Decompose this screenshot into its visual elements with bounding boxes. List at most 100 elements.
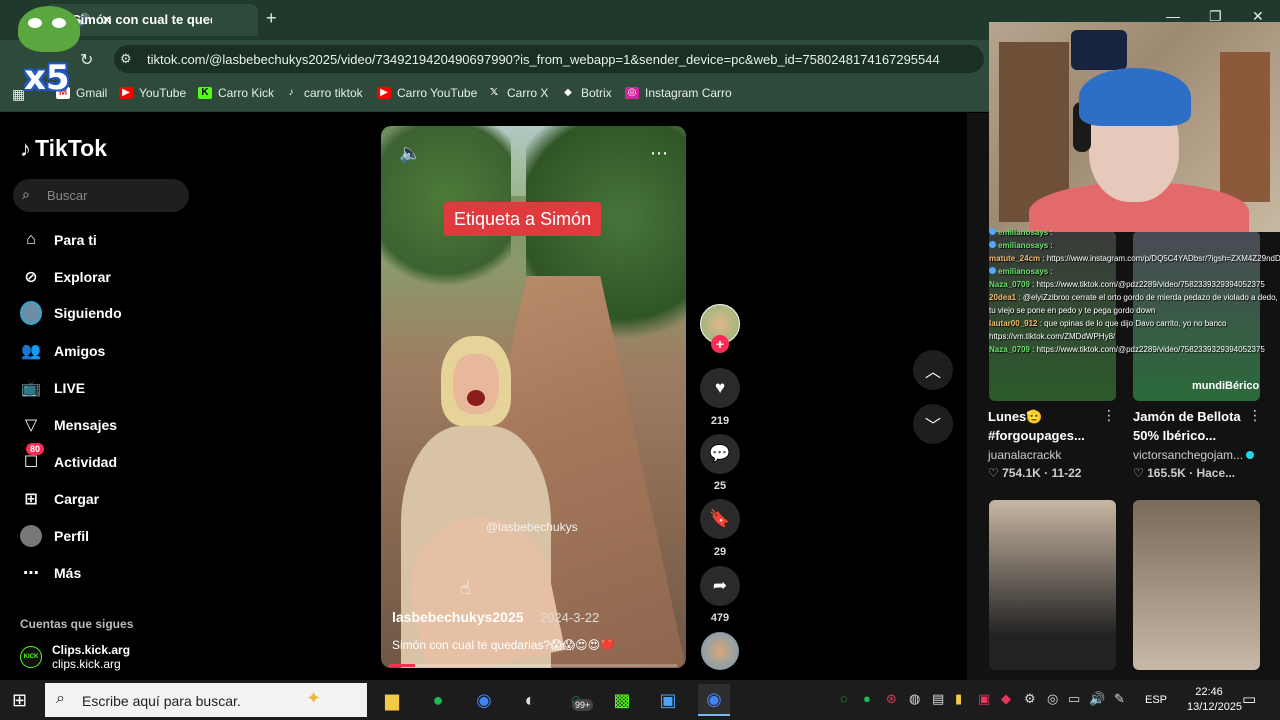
nav-amigos[interactable]: 👥 Amigos xyxy=(20,340,105,362)
nav-siguiendo[interactable]: Siguiendo xyxy=(20,301,122,325)
gear-tray-icon[interactable]: ⚙ xyxy=(1024,691,1036,707)
more-options-icon[interactable]: ⋯ xyxy=(650,143,668,164)
nav-explorar[interactable]: ⊘ Explorar xyxy=(20,266,111,288)
video-progress-bar[interactable] xyxy=(389,664,677,667)
recommended-author[interactable]: juanalacrackk xyxy=(988,448,1061,462)
steam-tray-icon[interactable]: ◎ xyxy=(1047,691,1058,707)
video-author[interactable]: lasbebechukys2025 xyxy=(392,609,524,625)
nav-label: LIVE xyxy=(54,380,86,396)
nav-actividad[interactable]: ☐ 80 Actividad xyxy=(20,443,118,473)
spotify-tray-icon[interactable]: ● xyxy=(863,691,871,706)
next-video-button[interactable]: ﹀ xyxy=(913,404,953,444)
avatar xyxy=(20,525,42,547)
bookmark-carro-kick[interactable]: K Carro Kick xyxy=(198,86,274,100)
app-tray-icon[interactable]: ◆ xyxy=(1001,691,1011,707)
chat-text: : xyxy=(1050,228,1053,237)
new-tab-icon[interactable]: + xyxy=(266,8,277,29)
file-explorer-icon[interactable]: ▆ xyxy=(376,684,408,716)
mouse-cursor-icon: ☝ xyxy=(460,578,471,598)
nav-cargar[interactable]: ⊞ Cargar xyxy=(20,488,99,510)
more-icon: ⋯ xyxy=(23,565,39,582)
recommended-title[interactable]: Jamón de Bellota xyxy=(1133,408,1241,426)
spotify-icon[interactable]: ● xyxy=(422,684,454,716)
video-progress-fill xyxy=(389,664,415,667)
bookmark-youtube[interactable]: ▶ YouTube xyxy=(119,86,186,100)
screen: Simón con cual te quedaría 🔊 ✕ + — ❐ ✕ ↻… xyxy=(0,0,1280,720)
live-icon: 📺 xyxy=(21,380,41,397)
discord-tray-icon[interactable]: ◍ xyxy=(909,691,920,707)
minecraft-icon[interactable]: ▩ xyxy=(606,684,638,716)
chat-text: : xyxy=(1050,267,1053,276)
recommended-title[interactable]: 50% Ibérico... xyxy=(1133,427,1216,445)
more-options-icon[interactable]: ⋮ xyxy=(1248,407,1262,424)
bookmark-instagram-carro[interactable]: ◎ Instagram Carro xyxy=(625,86,732,100)
chat-message: matute_24cm : https://www.instagram.com/… xyxy=(989,252,1280,265)
nav-live[interactable]: 📺 LIVE xyxy=(20,377,85,399)
recommended-thumbnail[interactable] xyxy=(1133,500,1260,670)
tiktok-logo-icon: ♪ xyxy=(20,135,31,161)
chat-message: Naza_0709 : https://www.tiktok.com/@pdz2… xyxy=(989,343,1280,356)
recommended-title[interactable]: Lunes🫡 xyxy=(988,408,1042,426)
app-tray-icon[interactable]: ▤ xyxy=(932,691,944,707)
chrome-active-icon[interactable]: ◉ xyxy=(698,684,730,716)
recommended-stats: ♡ 754.1K · 11-22 xyxy=(988,466,1082,480)
inbox-icon: ☐ 80 xyxy=(20,443,45,473)
recommended-stats: ♡ 165.5K · Hace... xyxy=(1133,466,1236,480)
tiktok-logo-text: TikTok xyxy=(35,135,107,161)
like-count: 219 xyxy=(710,415,730,427)
recommended-thumbnail[interactable] xyxy=(989,500,1116,670)
shield-tray-icon[interactable]: ▮ xyxy=(955,691,962,707)
store-icon[interactable]: ▣ xyxy=(652,684,684,716)
bookmark-label: Instagram Carro xyxy=(645,86,732,100)
language-indicator[interactable]: ESP xyxy=(1145,694,1167,706)
volume-icon[interactable]: 🔈 xyxy=(399,143,421,164)
whatsapp-tray-icon[interactable]: ◌ xyxy=(840,691,848,706)
nav-label: Mensajes xyxy=(54,417,118,433)
tiktok-logo[interactable]: ♪ TikTok xyxy=(20,135,107,162)
obs-icon[interactable]: ◐ xyxy=(514,684,546,716)
following-account[interactable]: KICK Clips.kick.arg clips.kick.arg xyxy=(20,643,130,671)
app-tray-icon[interactable]: ▣ xyxy=(978,691,990,707)
network-icon[interactable]: ▭ xyxy=(1068,691,1080,707)
clock-time: 22:46 xyxy=(1195,686,1223,698)
save-button[interactable]: 🔖 xyxy=(700,499,740,539)
volume-tray-icon[interactable]: 🔊 xyxy=(1089,691,1105,707)
nav-label: Amigos xyxy=(54,343,106,359)
recommended-author[interactable]: victorsanchegojam... xyxy=(1133,448,1255,462)
nav-perfil[interactable]: Perfil xyxy=(20,525,89,547)
nav-label: Actividad xyxy=(54,454,118,470)
chat-message: Naza_0709 : https://www.tiktok.com/@pdz2… xyxy=(989,278,1280,291)
comment-icon: 💬 xyxy=(709,444,731,463)
upload-icon: ⊞ xyxy=(24,491,38,508)
taskbar-clock[interactable]: 22:46 13/12/2025 xyxy=(1187,685,1242,715)
bookmark-carro-tiktok[interactable]: ♪ carro tiktok xyxy=(284,86,363,100)
tiktok-icon: ♪ xyxy=(288,87,294,98)
notification-icon[interactable]: ▭ xyxy=(1242,690,1256,708)
bookmark-carro-x[interactable]: 𝕏 Carro X xyxy=(487,86,548,100)
nav-mas[interactable]: ⋯ Más xyxy=(20,562,81,584)
bookmark-botrix[interactable]: ◆ Botrix xyxy=(561,86,612,100)
stream-chat-overlay: emilianosays : emilianosays : matute_24c… xyxy=(989,226,1280,374)
follow-plus-icon[interactable]: + xyxy=(711,335,729,353)
music-disc[interactable] xyxy=(701,632,739,670)
activity-badge: 80 xyxy=(26,443,45,455)
chat-message: emilianosays : xyxy=(989,265,1280,278)
app-tray-icon[interactable]: ⊛ xyxy=(886,691,897,707)
like-button[interactable]: ♥ xyxy=(700,368,740,408)
comment-button[interactable]: 💬 xyxy=(700,434,740,474)
nav-mensajes[interactable]: ▽ Mensajes xyxy=(20,414,117,436)
recommended-title[interactable]: #forgoupages... xyxy=(988,427,1085,445)
emote-multiplier: x5 xyxy=(24,58,70,98)
share-button[interactable]: ➦ xyxy=(700,566,740,606)
site-settings-icon[interactable]: ⚙ xyxy=(120,51,132,67)
sparkle-icon[interactable]: ✦ xyxy=(306,688,321,709)
pen-icon[interactable]: ✎ xyxy=(1114,691,1125,707)
previous-video-button[interactable]: ︿ xyxy=(913,350,953,390)
chrome-icon[interactable]: ◉ xyxy=(468,684,500,716)
search-input[interactable] xyxy=(13,179,189,212)
more-options-icon[interactable]: ⋮ xyxy=(1102,407,1116,424)
bookmark-carro-youtube[interactable]: ▶ Carro YouTube xyxy=(377,86,477,100)
windows-start-icon[interactable]: ⊞ xyxy=(12,690,27,711)
nav-para-ti[interactable]: ⌂ Para ti xyxy=(20,229,97,251)
url-text: tiktok.com/@lasbebechukys2025/video/7349… xyxy=(147,52,940,67)
